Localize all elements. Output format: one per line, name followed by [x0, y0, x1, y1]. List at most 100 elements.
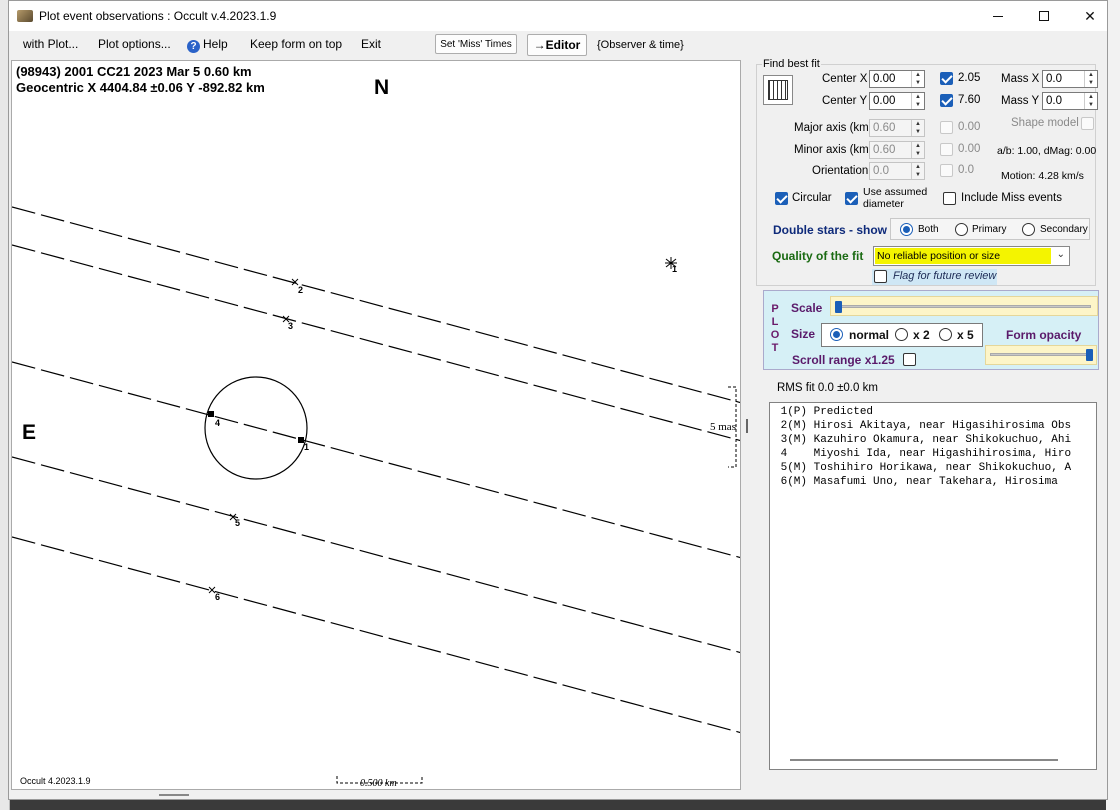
observer-time-label[interactable]: {Observer & time} [597, 39, 684, 51]
minor-axis-stepper[interactable]: 0.60 ▲ ▼ [869, 141, 925, 159]
minor-axis-label: Minor axis (km) [794, 144, 873, 156]
orientation-label: Orientation [812, 165, 869, 177]
fit-minor-value: 0.00 [958, 143, 981, 155]
spin-arrows-icon[interactable]: ▲ ▼ [1084, 71, 1097, 87]
mass-x-stepper[interactable]: 0.0 ▲ ▼ [1042, 70, 1098, 88]
assumed-line1: Use assumed [863, 186, 928, 198]
chord-line-2 [12, 244, 740, 442]
menu-exit[interactable]: Exit [361, 37, 381, 51]
list-horizontal-scrollbar[interactable] [790, 759, 1058, 761]
plot-header-line2: Geocentric X 4404.84 ±0.06 Y -892.82 km [16, 80, 265, 95]
plot-splitter-handle[interactable] [159, 794, 189, 796]
center-y-stepper[interactable]: 0.00 ▲ ▼ [869, 92, 925, 110]
form-opacity-slider[interactable] [985, 345, 1097, 365]
double-stars-both-radio[interactable] [900, 223, 913, 236]
menu-keep-on-top[interactable]: Keep form on top [250, 37, 342, 51]
spin-arrows-icon[interactable]: ▲ ▼ [911, 163, 924, 179]
size-label: Size [791, 327, 816, 341]
shape-model-label: Shape model [1011, 117, 1079, 129]
spin-arrows-icon[interactable]: ▲ ▼ [1084, 93, 1097, 109]
circular-checkbox[interactable] [775, 192, 788, 205]
close-icon: ✕ [1084, 7, 1096, 24]
observer-list[interactable]: 1(P) Predicted 2(M) Hirosi Akitaya, near… [769, 402, 1097, 770]
fit-major-checkbox[interactable] [940, 121, 953, 134]
flag-review-checkbox[interactable] [874, 270, 887, 283]
orientation-value: 0.0 [873, 165, 889, 177]
use-assumed-diameter-checkbox[interactable] [845, 192, 858, 205]
size-x5-label: x 5 [957, 328, 974, 342]
orientation-stepper[interactable]: 0.0 ▲ ▼ [869, 162, 925, 180]
quality-label: Quality of the fit [772, 249, 864, 263]
title-bar: Plot event observations : Occult v.4.202… [9, 1, 1107, 31]
spin-arrows-icon[interactable]: ▲ ▼ [911, 71, 924, 87]
set-miss-times-button[interactable]: Set 'Miss' Times [435, 34, 517, 54]
maximize-button[interactable] [1021, 1, 1067, 31]
center-y-value: 0.00 [873, 95, 896, 107]
double-stars-secondary-radio[interactable] [1022, 223, 1035, 236]
fit-y-value: 7.60 [958, 94, 981, 106]
spin-arrows-icon[interactable]: ▲ ▼ [911, 120, 924, 136]
chord-line-4 [12, 361, 740, 559]
spin-arrows-icon[interactable]: ▲ ▼ [911, 93, 924, 109]
fit-orientation-checkbox[interactable] [940, 164, 953, 177]
km-scale-label: 0.500 km [360, 778, 397, 789]
list-item[interactable]: 3(M) Kazuhiro Okamura, near Shikokuchuo,… [774, 434, 1071, 446]
opacity-slider-line [990, 353, 1092, 356]
center-y-label: Center Y [822, 95, 868, 107]
list-item[interactable]: 5(M) Toshihiro Horikawa, near Shikokuchu… [774, 462, 1071, 474]
double-stars-primary-radio[interactable] [955, 223, 968, 236]
close-button[interactable]: ✕ [1067, 1, 1113, 31]
chord-label-4: 4 [215, 418, 221, 428]
plot-vertical-text: P L O T [770, 303, 780, 354]
fit-x-checkbox[interactable] [940, 72, 953, 85]
shape-model-checkbox[interactable] [1081, 117, 1094, 130]
fit-chart-icon [768, 80, 788, 100]
double-stars-both-label: Both [918, 224, 939, 235]
major-axis-stepper[interactable]: 0.60 ▲ ▼ [869, 119, 925, 137]
menu-plot-options[interactable]: Plot options... [98, 37, 171, 51]
menu-help[interactable]: ? Help [187, 37, 228, 53]
fit-major-value: 0.00 [958, 121, 981, 133]
quality-dropdown[interactable]: No reliable position or size ⌄ [873, 246, 1070, 266]
north-label: N [374, 76, 390, 99]
fit-y-checkbox[interactable] [940, 94, 953, 107]
menu-with-plot[interactable]: with Plot... [23, 37, 78, 51]
fit-orientation-value: 0.0 [958, 164, 974, 176]
list-item[interactable]: 1(P) Predicted [774, 406, 873, 418]
east-label: E [22, 421, 37, 444]
mass-y-stepper[interactable]: 0.0 ▲ ▼ [1042, 92, 1098, 110]
fit-minor-checkbox[interactable] [940, 143, 953, 156]
scroll-range-checkbox[interactable] [903, 353, 916, 366]
spin-arrows-icon[interactable]: ▲ ▼ [911, 142, 924, 158]
double-stars-secondary-label: Secondary [1040, 224, 1088, 235]
minimize-button[interactable] [975, 1, 1021, 31]
vertical-splitter-handle[interactable] [746, 419, 748, 433]
mas-scale-label: 5 mas [710, 421, 736, 433]
scale-label: Scale [791, 301, 823, 315]
scale-slider-thumb[interactable] [835, 301, 842, 313]
size-normal-label: normal [849, 328, 890, 342]
minimize-icon [993, 15, 1003, 17]
center-x-value: 0.00 [873, 73, 896, 85]
include-miss-checkbox[interactable] [943, 192, 956, 205]
list-item[interactable]: 4 Miyoshi Ida, near Higashihirosima, Hir… [774, 448, 1071, 460]
find-fit-button[interactable] [763, 75, 793, 105]
editor-button[interactable]: →Editor [527, 34, 587, 56]
plot-header-line1: (98943) 2001 CC21 2023 Mar 5 0.60 km [16, 64, 252, 79]
ab-dmag-text: a/b: 1.00, dMag: 0.00 [997, 145, 1097, 157]
size-x5-radio[interactable] [939, 328, 952, 341]
list-item[interactable]: 2(M) Hirosi Akitaya, near Higasihirosima… [774, 420, 1071, 432]
occult-app-icon [17, 10, 33, 22]
include-miss-label: Include Miss events [961, 192, 1062, 204]
maximize-icon [1039, 11, 1049, 21]
scale-slider[interactable] [830, 296, 1098, 316]
center-x-stepper[interactable]: 0.00 ▲ ▼ [869, 70, 925, 88]
opacity-slider-thumb[interactable] [1086, 349, 1093, 361]
major-axis-value: 0.60 [873, 122, 896, 134]
chevron-down-icon: ⌄ [1056, 249, 1065, 260]
list-item[interactable]: 6(M) Masafumi Uno, near Takehara, Hirosi… [774, 476, 1058, 488]
scale-slider-line [837, 305, 1091, 308]
event-plot-area[interactable]: (98943) 2001 CC21 2023 Mar 5 0.60 km Geo… [11, 60, 741, 790]
size-x2-radio[interactable] [895, 328, 908, 341]
size-normal-radio[interactable] [830, 328, 843, 341]
